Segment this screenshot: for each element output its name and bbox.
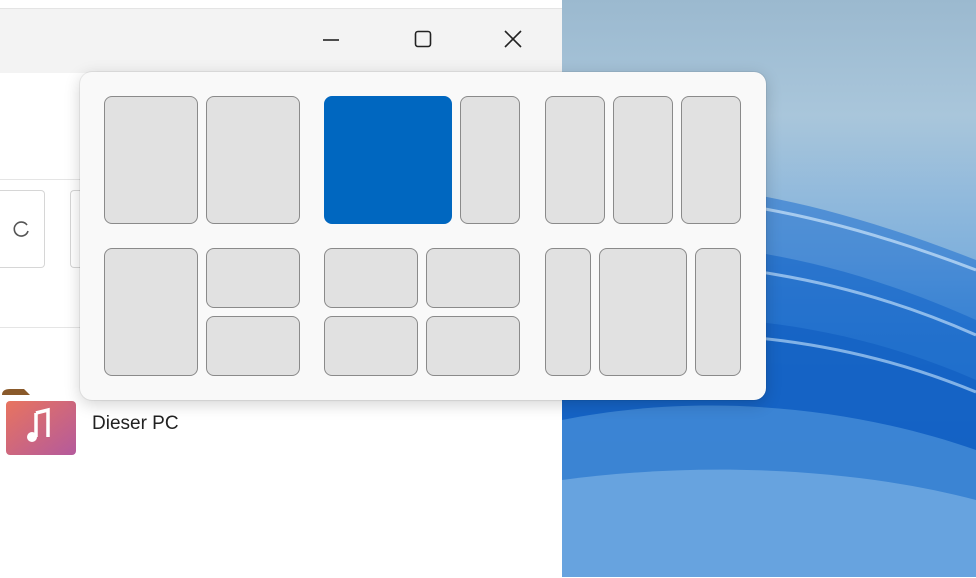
snap-zone[interactable] xyxy=(460,96,520,224)
snap-zone[interactable] xyxy=(426,316,520,376)
snap-zone[interactable] xyxy=(206,248,300,308)
snap-zone[interactable] xyxy=(104,248,198,376)
refresh-icon xyxy=(13,221,29,237)
snap-zone-active[interactable] xyxy=(324,96,452,224)
refresh-button[interactable] xyxy=(0,190,45,268)
snap-zone[interactable] xyxy=(324,248,418,308)
snap-zone[interactable] xyxy=(324,316,418,376)
snap-zone[interactable] xyxy=(599,248,687,376)
snap-layouts-flyout xyxy=(80,72,766,400)
snap-zone[interactable] xyxy=(206,96,300,224)
snap-zone[interactable] xyxy=(681,96,741,224)
minimize-button[interactable] xyxy=(308,21,354,57)
close-button[interactable] xyxy=(490,21,536,57)
snap-zone[interactable] xyxy=(206,316,300,376)
snap-zone[interactable] xyxy=(104,96,198,224)
music-folder-icon[interactable] xyxy=(0,387,78,457)
item-label[interactable]: Dieser PC xyxy=(92,413,179,435)
title-bar xyxy=(0,9,562,73)
snap-zone[interactable] xyxy=(545,248,591,376)
maximize-button[interactable] xyxy=(400,21,446,57)
snap-zone[interactable] xyxy=(426,248,520,308)
snap-zone[interactable] xyxy=(613,96,673,224)
maximize-icon xyxy=(414,30,432,48)
snap-zone[interactable] xyxy=(695,248,741,376)
snap-zone[interactable] xyxy=(545,96,605,224)
close-icon xyxy=(504,30,522,48)
minimize-icon xyxy=(323,39,339,41)
